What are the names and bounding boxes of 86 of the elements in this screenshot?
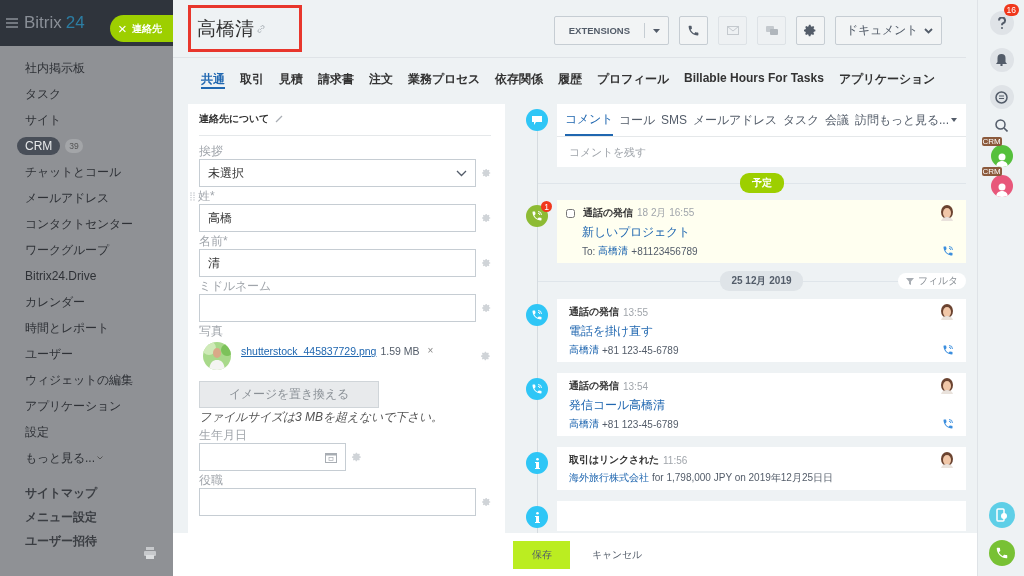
phone-number: +81 123-45-6789 [602,344,679,356]
menu-item[interactable]: 時間とレポート [0,317,109,339]
phone-number: +81 123-45-6789 [602,418,679,430]
contact-link[interactable]: 高橋清 [598,244,629,258]
logo-number: 24 [65,13,85,33]
field-label: 名前* [199,232,228,250]
activity-link[interactable]: 新しいプロジェクト [566,224,954,241]
menu-item[interactable]: タスク [0,83,61,105]
count-badge: 1 [541,201,552,212]
page-title: 高橋清 [197,16,254,41]
activity-title: 通話の発信 [583,206,633,220]
activity-time: 18 2月 16:55 [637,206,695,220]
tab[interactable]: プロフィール [597,70,669,87]
menu-item[interactable]: アプリケーション [0,395,121,417]
composer-tab[interactable]: タスク [783,104,819,136]
menu-item[interactable]: もっと見る... [0,447,95,469]
composer-tab[interactable]: 会議 [825,104,849,136]
field-label: 生年月日 [199,426,247,444]
tab[interactable]: アプリケーション [838,70,935,87]
composer-tab[interactable]: コール [619,104,655,136]
documents-dropdown[interactable]: ドキュメント [835,16,942,45]
activity-title: 通話の発信 [569,379,619,393]
deal-detail: for 1,798,000 JPY on 2019年12月25日日 [652,471,834,485]
tab[interactable]: 注文 [369,70,393,87]
menu-item[interactable]: コンタクトセンター [0,213,133,235]
menu-item[interactable]: Bitrix24.Drive [0,267,97,285]
activity-time: 13:55 [623,306,649,318]
menu-link[interactable]: メニュー設定 [25,509,173,526]
field-label: 役職 [199,471,223,489]
field-label: ミドルネーム [199,277,271,295]
logo-text: Bitrix [24,13,62,33]
company-link[interactable]: 海外旅行株式会社 [569,471,649,485]
menu-item[interactable]: ユーザー [0,343,73,365]
field-label: 姓* [198,187,215,205]
contact-link[interactable]: 高橋清 [569,343,599,357]
activity-link[interactable]: 電話を掛け直す [569,323,954,340]
cancel-button[interactable]: キャンセル [586,546,648,563]
menu-item[interactable]: メールアドレス [0,187,109,209]
extensions-dropdown[interactable]: EXTENSIONS [553,16,669,45]
tab[interactable]: 履歴 [558,70,582,87]
phone-number: +81123456789 [631,245,698,257]
menu-item[interactable]: サイト [0,109,61,131]
planned-badge: 予定 [739,173,784,193]
menu-item[interactable]: 社内掲示板 [0,57,85,79]
to-label: To: [582,245,596,257]
activity-time: 11:56 [663,454,688,466]
composer-tab[interactable]: SMS [661,104,687,136]
contact-link[interactable]: 高橋清 [569,417,599,431]
date-badge: 25 12月 2019 [720,271,803,291]
tab[interactable]: 見積 [279,70,303,87]
activity-title: 取引はリンクされた [569,453,659,467]
notification-badge: 16 [1003,4,1019,16]
field-label: 写真 [199,322,223,340]
activity-link[interactable]: 発信コール高橋清 [569,397,954,414]
save-button[interactable]: 保存 [513,540,570,569]
select-field[interactable]: 未選択 [199,159,476,187]
remove-button[interactable]: × [423,345,434,356]
menu-link[interactable]: サイトマップ [25,485,173,502]
section-title: 連絡先について [199,112,269,126]
menu-item[interactable]: カレンダー [0,291,85,313]
filter-button[interactable]: フィルタ [898,273,966,289]
tab[interactable]: Billable Hours For Tasks [684,70,824,87]
menu-item[interactable]: チャットとコール [0,161,121,183]
file-size: 1.59 MB [380,345,420,357]
menu-link[interactable]: ユーザー招待 [25,533,173,550]
menu-item[interactable]: CRM [17,137,61,155]
file-link[interactable]: shutterstock_445837729.png [241,345,377,357]
tab[interactable]: 業務プロセス [408,70,480,87]
counter-badge: 39 [65,139,83,153]
text-field[interactable]: 高橋 [199,204,476,232]
composer-tab[interactable]: 訪問もっと見る... [855,104,958,136]
activity-time: 13:54 [623,380,649,392]
field-label: 挨拶 [199,142,223,160]
menu-item[interactable]: 設定 [0,421,49,443]
text-field[interactable]: 清 [199,249,476,277]
file-size-note: ファイルサイズは3 MBを超えないで下さい。 [199,409,444,426]
menu-item[interactable]: ワークグループ [0,239,109,261]
menu-item[interactable]: ウィジェットの編集 [0,369,133,391]
activity-title: 通話の発信 [569,305,619,319]
composer-tab[interactable]: メールアドレス [693,104,777,136]
tab[interactable]: 取引 [240,70,264,87]
tab[interactable]: 請求書 [318,70,354,87]
crm-label: CRM [981,137,1002,146]
tab[interactable]: 依存関係 [495,70,543,87]
crm-label: CRM [981,167,1002,176]
tab[interactable]: 共通 [201,70,225,89]
